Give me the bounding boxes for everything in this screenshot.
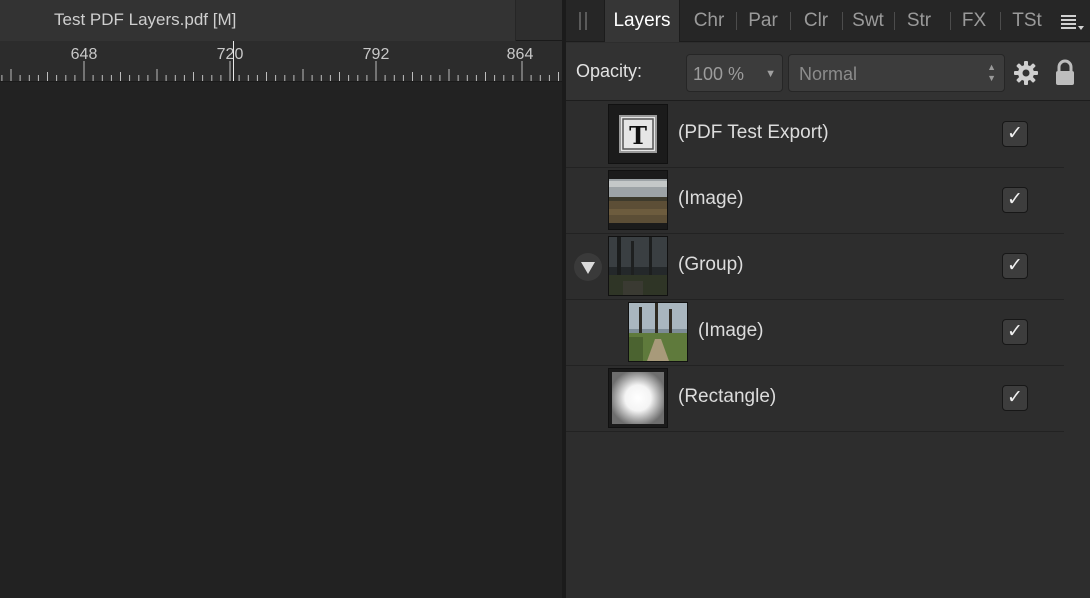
ruler-label: 648 — [70, 46, 98, 63]
layer-thumbnail-trees-path — [628, 302, 688, 362]
layer-name: (Image) — [698, 320, 764, 341]
chevron-down-icon: ▼ — [765, 68, 776, 80]
layer-thumbnail-rectangle — [608, 368, 668, 428]
layer-name: (Group) — [678, 254, 744, 275]
document-tab-bar: Test PDF Layers.pdf [M] — [0, 0, 562, 41]
layer-thumbnail-text-frame: T — [608, 104, 668, 164]
gear-icon[interactable] — [1013, 60, 1039, 86]
layers-list: T (PDF Test Export) ✓ (Image) ✓ (Group) … — [566, 102, 1064, 432]
document-tab-title: Test PDF Layers.pdf [M] — [54, 10, 237, 29]
tab-text-styles[interactable]: TSt — [1002, 0, 1052, 42]
visibility-checkbox[interactable]: ✓ — [1002, 385, 1028, 411]
layer-row-image[interactable]: (Image) ✓ — [566, 168, 1064, 234]
ruler-position-marker — [233, 41, 234, 81]
panel-tab-bar: Layers Chr Par Clr Swt Str FX TSt — [566, 0, 1090, 42]
panel-menu-icon[interactable] — [1060, 11, 1086, 33]
svg-text:T: T — [629, 121, 647, 150]
ruler-label: 792 — [362, 46, 390, 63]
document-area: Test PDF Layers.pdf [M] 648 720 792 864 — [0, 0, 562, 598]
disclosure-triangle-icon — [581, 262, 595, 274]
visibility-checkbox[interactable]: ✓ — [1002, 319, 1028, 345]
layer-name: (Image) — [678, 188, 744, 209]
visibility-checkbox[interactable]: ✓ — [1002, 187, 1028, 213]
lock-icon[interactable] — [1054, 59, 1076, 87]
layer-row-image-child[interactable]: (Image) ✓ — [566, 300, 1064, 366]
opacity-dropdown[interactable]: 100 % ▼ — [686, 54, 783, 92]
visibility-checkbox[interactable]: ✓ — [1002, 253, 1028, 279]
tab-stroke[interactable]: Str — [896, 0, 942, 42]
tab-layers[interactable]: Layers — [604, 0, 680, 42]
panel-grip-handle[interactable] — [579, 12, 588, 30]
visibility-checkbox[interactable]: ✓ — [1002, 121, 1028, 147]
layer-thumbnail-landscape — [608, 170, 668, 230]
blend-mode-value: Normal — [799, 64, 858, 84]
tab-paragraph[interactable]: Par — [738, 0, 788, 42]
layer-name: (Rectangle) — [678, 386, 777, 407]
expand-group-toggle[interactable] — [574, 253, 602, 281]
blend-mode-select[interactable]: Normal ▲ ▼ — [788, 54, 1005, 92]
layer-row-group[interactable]: (Group) ✓ — [566, 234, 1064, 300]
ruler-label: 864 — [506, 46, 534, 63]
tab-character[interactable]: Chr — [684, 0, 734, 42]
layer-controls-bar: Opacity: 100 % ▼ Normal ▲ ▼ — [566, 43, 1090, 101]
opacity-label: Opacity: — [576, 61, 643, 81]
horizontal-ruler[interactable]: 648 720 792 864 — [0, 41, 562, 82]
stepper-arrows-icon: ▲ ▼ — [987, 62, 996, 83]
layer-row-pdf-test-export[interactable]: T (PDF Test Export) ✓ — [566, 102, 1064, 168]
tab-colour[interactable]: Clr — [792, 0, 840, 42]
layer-row-rectangle[interactable]: (Rectangle) ✓ — [566, 366, 1064, 432]
layer-thumbnail-group — [608, 236, 668, 296]
opacity-value: 100 % — [693, 64, 745, 84]
tab-swatches[interactable]: Swt — [844, 0, 892, 42]
canvas[interactable] — [0, 83, 562, 598]
document-tab[interactable]: Test PDF Layers.pdf [M] — [0, 0, 516, 41]
layer-name: (PDF Test Export) — [678, 122, 829, 143]
ruler-label: 720 — [216, 46, 244, 63]
tab-effects[interactable]: FX — [952, 0, 996, 42]
studio-panel: Layers Chr Par Clr Swt Str FX TSt Opacit… — [566, 0, 1090, 598]
